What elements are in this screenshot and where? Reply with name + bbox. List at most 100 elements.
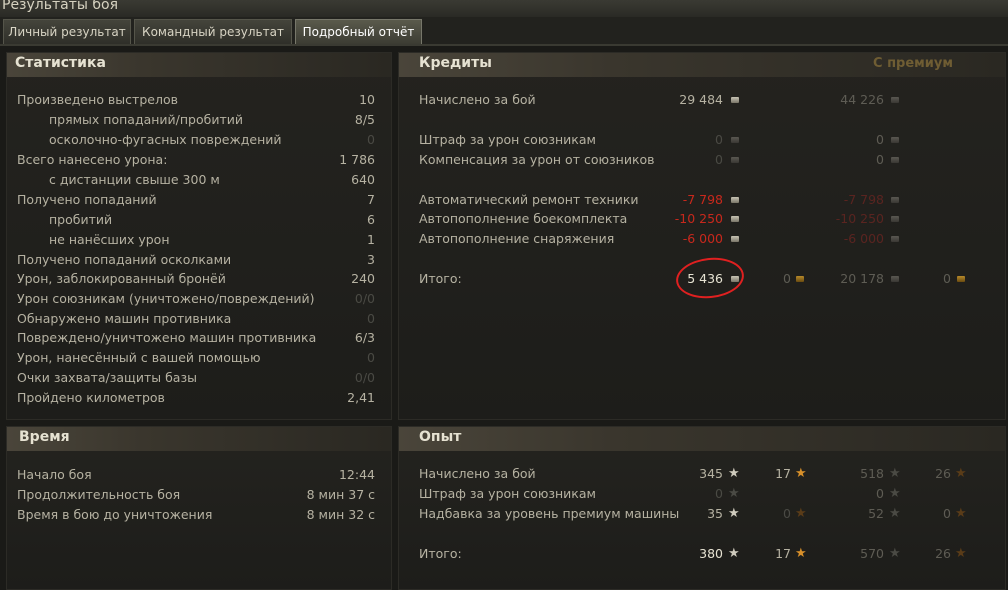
free-xp-value: 0: [783, 506, 791, 521]
tab-detailed-report[interactable]: Подробный отчёт: [295, 19, 422, 44]
stat-row: Пройдено километров 2,41: [17, 388, 375, 408]
xp-row: Начислено за бой 345 ★ 17 ★ 518 ★ 26 ★: [419, 464, 995, 484]
tab-personal-result[interactable]: Личный результат: [3, 19, 131, 44]
stat-value: 640: [351, 172, 375, 187]
credits-premium-value: 0: [876, 132, 884, 147]
time-row: Продолжительность боя 8 мин 37 с: [17, 485, 375, 505]
time-header: Время: [7, 427, 391, 451]
xp-header: Опыт: [399, 427, 1005, 451]
xp-total-value: 380: [699, 546, 723, 561]
credit-coin-icon: [891, 97, 899, 103]
xp-value: 345: [699, 466, 723, 481]
credits-value: -6 000: [682, 231, 723, 246]
stat-label: Очки захвата/защиты базы: [17, 370, 197, 385]
stat-row: Повреждено/уничтожено машин противника 6…: [17, 328, 375, 348]
xp-star-icon: ★: [889, 486, 901, 501]
stat-row: Получено попаданий осколками 3: [17, 250, 375, 270]
credits-value: 0: [715, 152, 723, 167]
xp-panel: Опыт Начислено за бой 345 ★ 17 ★ 518 ★ 2…: [398, 426, 1006, 590]
xp-value: 35: [707, 506, 723, 521]
credits-label: Автоматический ремонт техники: [419, 192, 639, 207]
stat-value: 0/0: [354, 370, 375, 385]
gold-coin-icon: [796, 276, 804, 282]
premium-xp-value: 0: [876, 486, 884, 501]
tab-bar: Личный результат Командный результат Под…: [0, 17, 1008, 46]
stat-label: Урон, нанесённый с вашей помощью: [17, 350, 261, 365]
credit-coin-icon: [891, 216, 899, 222]
credits-label: Начислено за бой: [419, 92, 536, 107]
credits-row: Автопополнение боекомплекта -10 250 -10 …: [419, 209, 979, 229]
xp-label: Надбавка за уровень премиум машины: [419, 506, 680, 521]
tab-team-result[interactable]: Командный результат: [134, 19, 292, 44]
free-xp-star-icon: ★: [795, 466, 807, 481]
credits-row: Штраф за урон союзникам 0 0: [419, 130, 979, 150]
statistics-header: Статистика: [7, 53, 391, 77]
xp-label: Штраф за урон союзникам: [419, 486, 596, 501]
stat-label: не нанёсших урон: [49, 232, 170, 247]
stat-value: 240: [351, 271, 375, 286]
stat-row: Очки захвата/защиты базы 0/0: [17, 368, 375, 388]
credits-label: Автопополнение боекомплекта: [419, 211, 628, 226]
stat-label: Получено попаданий: [17, 192, 157, 207]
xp-star-icon: ★: [728, 466, 740, 481]
free-xp-star-icon: ★: [955, 466, 967, 481]
window-title: Результаты боя: [2, 0, 118, 13]
stat-label: с дистанции свыше 300 м: [49, 172, 220, 187]
stat-row: Урон союзникам (уничтожено/повреждений) …: [17, 289, 375, 309]
stat-row: пробитий 6: [17, 210, 375, 230]
stat-value: 3: [367, 252, 375, 267]
stat-value: 10: [359, 92, 375, 107]
free-xp-star-icon: ★: [795, 506, 807, 521]
xp-total-row: Итого: 380 ★ 17 ★ 570 ★ 26 ★: [419, 544, 995, 564]
xp-star-icon: ★: [728, 546, 740, 561]
free-xp-value: 17: [775, 466, 791, 481]
credits-premium-value: 0: [876, 152, 884, 167]
premium-xp-total-value: 570: [860, 546, 884, 561]
credit-coin-icon: [731, 137, 739, 143]
stat-value: 1 786: [339, 152, 375, 167]
free-xp-total-value: 17: [775, 546, 791, 561]
stat-value: 0: [367, 311, 375, 326]
stat-value: 2,41: [347, 390, 375, 405]
xp-star-icon: ★: [889, 506, 901, 521]
time-row: Начало боя 12:44: [17, 465, 375, 485]
premium-free-xp-value: 0: [943, 506, 951, 521]
free-xp-star-icon: ★: [955, 506, 967, 521]
window-titlebar: Результаты боя: [0, 0, 1008, 17]
credit-coin-icon: [731, 236, 739, 242]
stat-label: Урон союзникам (уничтожено/повреждений): [17, 291, 315, 306]
time-label: Время в бою до уничтожения: [17, 507, 213, 522]
stat-value: 0/0: [354, 291, 375, 306]
stat-row: Урон, нанесённый с вашей помощью 0: [17, 348, 375, 368]
stat-row: Урон, заблокированный бронёй 240: [17, 269, 375, 289]
stat-row: Всего нанесено урона: 1 786: [17, 150, 375, 170]
stat-row: Обнаружено машин противника 0: [17, 309, 375, 329]
xp-star-icon: ★: [728, 506, 740, 521]
stat-label: осколочно-фугасных повреждений: [49, 132, 282, 147]
credits-row: Начислено за бой 29 484 44 226: [419, 90, 979, 110]
credits-value: 29 484: [679, 92, 723, 107]
stat-label: пробитий: [49, 212, 113, 227]
stat-value: 8/5: [354, 112, 375, 127]
free-xp-star-icon: ★: [795, 546, 807, 561]
credits-premium-value: -6 000: [843, 231, 884, 246]
stat-label: Урон, заблокированный бронёй: [17, 271, 226, 286]
credits-header: Кредиты С премиум: [399, 53, 1005, 77]
stat-label: Всего нанесено урона:: [17, 152, 168, 167]
credits-total-label: Итого:: [419, 271, 462, 286]
credits-premium-value: 44 226: [840, 92, 884, 107]
xp-value: 0: [715, 486, 723, 501]
credits-panel: Кредиты С премиум Начислено за бой 29 48…: [398, 52, 1006, 420]
xp-star-icon: ★: [889, 546, 901, 561]
premium-free-xp-value: 26: [935, 466, 951, 481]
credits-label: Штраф за урон союзникам: [419, 132, 596, 147]
stat-value: 6: [367, 212, 375, 227]
credit-coin-icon: [731, 216, 739, 222]
credit-coin-icon: [731, 157, 739, 163]
time-row: Время в бою до уничтожения 8 мин 32 с: [17, 505, 375, 525]
credits-row: Автоматический ремонт техники -7 798 -7 …: [419, 190, 979, 210]
xp-star-icon: ★: [728, 486, 740, 501]
stat-value: 1: [367, 232, 375, 247]
stat-label: Обнаружено машин противника: [17, 311, 232, 326]
stat-label: Пройдено километров: [17, 390, 165, 405]
